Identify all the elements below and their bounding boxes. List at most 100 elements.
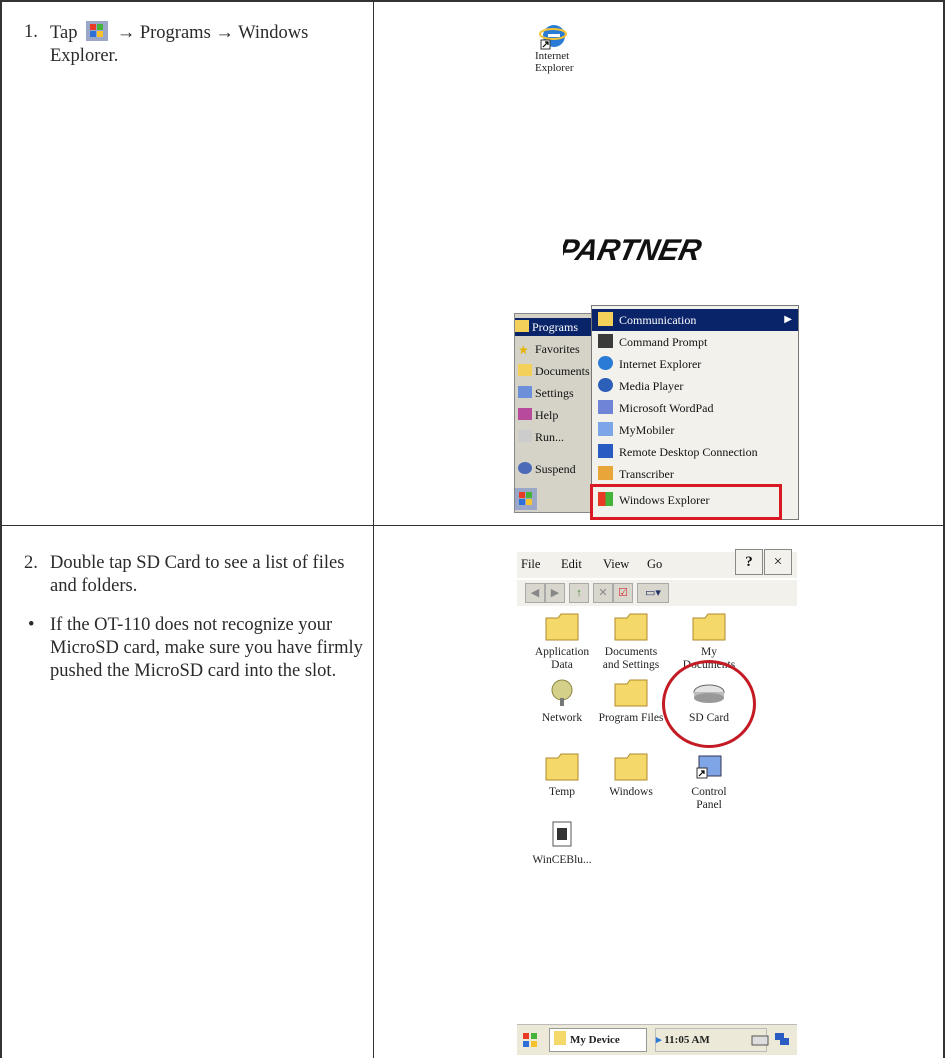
taskbar: My Device ▸ 11:05 AM (517, 1024, 797, 1055)
start-menu-item-settings[interactable]: Settings (518, 384, 598, 402)
start-menu-label: Documents (535, 364, 590, 378)
wordpad-icon (598, 400, 613, 414)
start-menu-item-favorites[interactable]: ★ Favorites (518, 340, 598, 358)
item-windows[interactable]: Windows (593, 752, 669, 799)
step-1-text: 1. Tap → Programs → Windows Explorer. (24, 21, 364, 68)
menu-file[interactable]: File (521, 557, 540, 572)
media-player-icon (598, 378, 613, 392)
taskbar-device-label: My Device (570, 1034, 620, 1046)
taskbar-my-device-button[interactable]: My Device (549, 1028, 647, 1052)
start-menu-label: Run... (535, 430, 565, 444)
start-menu-item-run[interactable]: Run... (518, 428, 598, 446)
star-icon: ★ (518, 343, 529, 357)
back-icon[interactable]: ◀ (525, 583, 545, 603)
program-label: MyMobiler (619, 423, 675, 437)
step-2-text: 2. Double tap SD Card to see a list of f… (24, 552, 364, 683)
item-wincebluetooth[interactable]: WinCEBlu... (524, 820, 600, 867)
folder-icon (545, 753, 579, 781)
start-menu-label: Settings (535, 386, 574, 400)
start-menu-label: Programs (532, 320, 578, 334)
delete-icon[interactable]: ✕ (593, 583, 613, 603)
item-program-files[interactable]: Program Files (593, 678, 669, 725)
program-item-media-player[interactable]: Media Player (592, 375, 798, 397)
menu-edit[interactable]: Edit (561, 557, 582, 572)
keyboard-icon[interactable] (751, 1031, 769, 1047)
row-divider (0, 525, 945, 526)
item-label: Control (691, 786, 727, 798)
item-documents-and-settings[interactable]: Documents and Settings (593, 612, 669, 672)
item-label: Data (551, 659, 573, 671)
start-menu-label: Help (535, 408, 559, 422)
item-temp[interactable]: Temp (524, 752, 600, 799)
desktop-ie-label: Internet Explorer (535, 50, 574, 74)
folder-icon (614, 679, 648, 707)
forward-icon[interactable]: ▶ (545, 583, 565, 603)
item-label: Program Files (598, 712, 664, 724)
properties-icon[interactable]: ☑ (613, 583, 633, 603)
item-label: Documents (604, 646, 658, 658)
step-2-number: 2. (24, 553, 38, 573)
highlight-circle-sd-card (662, 660, 756, 748)
up-folder-icon[interactable]: ↑ (569, 583, 589, 603)
folder-icon (614, 613, 648, 641)
program-item-wordpad[interactable]: Microsoft WordPad (592, 397, 798, 419)
item-label: My (701, 646, 717, 658)
app-icon (552, 821, 572, 847)
program-label: Transcriber (619, 467, 674, 481)
program-item-remote-desktop[interactable]: Remote Desktop Connection (592, 441, 798, 463)
item-application-data[interactable]: Application Data (524, 612, 600, 672)
folder-icon (545, 613, 579, 641)
table-top-border (0, 0, 945, 2)
submenu-arrow-icon: ▶ (784, 314, 792, 325)
start-button[interactable] (515, 488, 537, 510)
partner-logo-text: PARTNER (563, 234, 704, 267)
column-divider (373, 0, 374, 1058)
item-label: Application (534, 646, 590, 658)
toolbar: ◀ ▶ ↑ ✕ ☑ ▭▾ (517, 580, 797, 606)
step-2-instruction: Double tap SD Card to see a list of file… (50, 553, 345, 596)
view-dropdown-icon[interactable]: ▭▾ (637, 583, 669, 603)
start-menu-item-help[interactable]: Help (518, 406, 598, 424)
item-control-panel[interactable]: Control Panel (671, 752, 747, 812)
bullet-marker: • (28, 615, 35, 635)
desktop-icon[interactable] (773, 1031, 791, 1047)
table-grid (0, 0, 945, 1058)
command-prompt-icon (598, 334, 613, 348)
item-label: WinCEBlu... (532, 854, 592, 866)
step-1-number: 1. (24, 22, 38, 42)
menu-view[interactable]: View (603, 557, 629, 572)
suspend-icon (518, 462, 532, 474)
help-book-icon (518, 408, 532, 420)
folder-icon (692, 613, 726, 641)
program-label: Command Prompt (619, 335, 708, 349)
mymobiler-icon (598, 422, 613, 436)
folder-icon (554, 1031, 566, 1045)
start-menu: Programs ★ Favorites Documents Settings H… (514, 313, 598, 513)
item-label: Network (541, 712, 583, 724)
item-network[interactable]: Network (524, 678, 600, 725)
start-button[interactable] (521, 1031, 539, 1049)
folder-icon (614, 753, 648, 781)
desktop-ie-shortcut[interactable]: Internet Explorer (535, 22, 595, 74)
internet-explorer-icon (539, 25, 567, 50)
start-menu-item-suspend[interactable]: Suspend (518, 460, 598, 478)
item-label: Windows (609, 786, 653, 798)
control-panel-icon (696, 755, 722, 779)
step-1-text-before: Tap (50, 23, 78, 43)
program-item-mymobiler[interactable]: MyMobiler (592, 419, 798, 441)
program-item-communication[interactable]: Communication ▶ (592, 309, 798, 331)
help-button[interactable]: ? (735, 549, 763, 575)
start-menu-item-documents[interactable]: Documents (518, 362, 598, 380)
close-button[interactable]: × (764, 549, 792, 575)
program-item-command-prompt[interactable]: Command Prompt (592, 331, 798, 353)
start-menu-item-programs[interactable]: Programs (515, 318, 597, 336)
program-item-internet-explorer[interactable]: Internet Explorer (592, 353, 798, 375)
start-menu-label: Suspend (535, 462, 576, 476)
clock: 11:05 AM (664, 1034, 710, 1046)
menu-go[interactable]: Go (647, 557, 662, 572)
program-label: Internet Explorer (619, 357, 702, 371)
bullet-text: If the OT-110 does not recognize your Mi… (50, 615, 363, 681)
highlight-box-windows-explorer (590, 484, 782, 520)
program-item-transcriber[interactable]: Transcriber (592, 463, 798, 485)
program-label: Microsoft WordPad (619, 401, 714, 415)
